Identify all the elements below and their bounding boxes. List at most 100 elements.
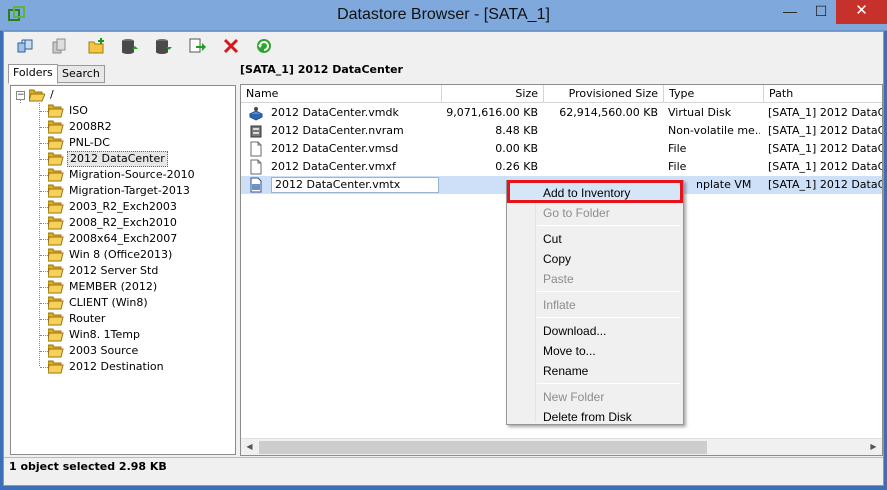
tree-item-label: 2012 DataCenter — [67, 151, 168, 167]
tree-item[interactable]: MEMBER (2012) — [48, 279, 159, 295]
refresh-button[interactable] — [252, 34, 276, 57]
highlight-annotation-box — [507, 180, 683, 203]
file-path: [SATA_1] 2012 DataCe — [768, 142, 883, 155]
file-name: 2012 DataCenter.vmtx — [271, 177, 439, 193]
folder-icon — [48, 296, 64, 310]
file-size: 0.00 KB — [495, 142, 538, 155]
title-bar: Datastore Browser - [SATA_1] — ☐ ✕ — [0, 0, 887, 31]
scroll-thumb[interactable] — [259, 441, 707, 454]
context-menu: Add to Inventory Go to Folder Cut Copy Paste… — [506, 180, 684, 425]
folder-icon — [48, 312, 64, 326]
minimize-button[interactable]: — — [775, 0, 805, 24]
scroll-left-arrow-icon[interactable]: ◀ — [241, 439, 258, 455]
scroll-right-arrow-icon[interactable]: ▶ — [865, 439, 882, 455]
tree-item-label: Win 8 (Office2013) — [69, 248, 173, 261]
tree-item[interactable]: Win8. 1Temp — [48, 327, 142, 343]
tree-item[interactable]: 2003 Source — [48, 343, 140, 359]
folder-tree[interactable]: − / ISO 2008R2 PNL-DC 2012 DataCenter Migrat… — [10, 85, 236, 455]
tree-item[interactable]: 2012 DataCenter — [48, 151, 168, 167]
maximize-button[interactable]: ☐ — [806, 0, 836, 24]
delete-icon — [223, 38, 239, 53]
delete-button[interactable] — [219, 34, 243, 57]
refresh-icon — [257, 38, 271, 53]
tree-item-label: 2003_R2_Exch2003 — [69, 200, 177, 213]
tree-item[interactable]: 2008R2 — [48, 119, 114, 135]
upload-files-button[interactable] — [117, 34, 141, 57]
file-name: 2012 DataCenter.vmdk — [271, 106, 399, 119]
tab-search[interactable]: Search — [57, 65, 105, 83]
file-path: [SATA_1] 2012 DataCe — [768, 178, 883, 191]
file-provisioned-size — [544, 122, 658, 140]
tree-item-label: 2008R2 — [69, 120, 112, 133]
tree-item[interactable]: 2012 Server Std — [48, 263, 160, 279]
upload-icon — [52, 38, 66, 53]
menu-item-delete-from-disk[interactable]: Delete from Disk — [510, 407, 680, 427]
file-name: 2012 DataCenter.vmsd — [271, 142, 399, 155]
tree-item[interactable]: CLIENT (Win8) — [48, 295, 150, 311]
tree-root-label: / — [50, 88, 54, 101]
move-button[interactable] — [185, 34, 209, 57]
column-header-provisioned-size[interactable]: Provisioned Size — [544, 85, 664, 103]
tree-root[interactable]: / — [29, 87, 56, 103]
tree-item[interactable]: Migration-Target-2013 — [48, 183, 192, 199]
tree-item[interactable]: 2008x64_Exch2007 — [48, 231, 179, 247]
file-row[interactable]: 2012 DataCenter.nvram 8.48 KB Non-volatile… — [241, 122, 882, 140]
file-row[interactable]: 2012 DataCenter.vmxf 0.26 KB File [SATA_1] … — [241, 158, 882, 176]
tree-expander[interactable]: − — [16, 91, 25, 100]
tree-item-label: 2012 Destination — [69, 360, 164, 373]
new-folder-button[interactable] — [85, 34, 109, 57]
menu-item-cut[interactable]: Cut — [510, 229, 680, 249]
file-provisioned-size — [544, 140, 658, 158]
tree-item[interactable]: PNL-DC — [48, 135, 112, 151]
horizontal-scrollbar[interactable]: ◀ ▶ — [241, 438, 882, 455]
folder-icon — [48, 328, 64, 342]
file-name: 2012 DataCenter.vmxf — [271, 160, 396, 173]
file-type: File — [668, 142, 687, 155]
column-header-type[interactable]: Type — [664, 85, 764, 103]
tree-item-label: PNL-DC — [69, 136, 110, 149]
window-client-area: Folders Search − / ISO 2008R2 PNL-DC 2012 D… — [3, 31, 884, 486]
menu-item-paste: Paste — [543, 272, 574, 286]
tree-item-label: Win8. 1Temp — [69, 328, 140, 341]
tree-item-label: 2012 Server Std — [69, 264, 159, 277]
column-header-name[interactable]: Name — [241, 85, 442, 103]
tab-folders[interactable]: Folders — [8, 64, 58, 84]
file-row[interactable]: 2012 DataCenter.vmsd 0.00 KB File [SATA_1] … — [241, 140, 883, 158]
file-icon — [250, 159, 262, 175]
file-row[interactable]: 2012 DataCenter.vmdk 9,071,616.00 KB 62,91… — [241, 104, 882, 122]
browse-icon — [17, 39, 33, 52]
tree-item[interactable]: 2008_R2_Exch2010 — [48, 215, 179, 231]
menu-item-inflate: Inflate — [543, 298, 576, 312]
tree-item[interactable]: 2012 Destination — [48, 359, 166, 375]
window-title: Datastore Browser - [SATA_1] — [337, 6, 550, 23]
folder-icon — [48, 360, 64, 374]
file-size: 8.48 KB — [495, 124, 538, 137]
file-type: Virtual Disk — [668, 106, 732, 119]
tree-item-label: 2008x64_Exch2007 — [69, 232, 178, 245]
menu-item-copy[interactable]: Copy — [510, 249, 680, 269]
menu-item-new-folder: New Folder — [543, 390, 605, 404]
download-button[interactable] — [151, 34, 175, 57]
database-up-icon — [122, 38, 138, 54]
tree-item[interactable]: ISO — [48, 103, 90, 119]
folder-icon — [48, 200, 64, 214]
upload-button[interactable] — [47, 34, 71, 57]
file-size: 0.26 KB — [495, 160, 538, 173]
folder-icon — [48, 216, 64, 230]
folder-icon — [48, 152, 64, 166]
column-header-path[interactable]: Path — [764, 85, 882, 103]
menu-item-move-to[interactable]: Move to... — [510, 341, 680, 361]
folder-icon — [48, 168, 64, 182]
folder-icon — [48, 264, 64, 278]
close-button[interactable]: ✕ — [836, 0, 887, 24]
file-type: File — [668, 160, 687, 173]
column-header-size[interactable]: Size — [442, 85, 544, 103]
menu-item-download[interactable]: Download... — [510, 321, 680, 341]
browse-datastore-button[interactable] — [13, 34, 37, 57]
tree-item[interactable]: Migration-Source-2010 — [48, 167, 197, 183]
tree-item[interactable]: Win 8 (Office2013) — [48, 247, 174, 263]
menu-item-rename[interactable]: Rename — [510, 361, 680, 381]
toolbar — [4, 32, 883, 59]
tree-item[interactable]: 2003_R2_Exch2003 — [48, 199, 179, 215]
tree-item[interactable]: Router — [48, 311, 107, 327]
